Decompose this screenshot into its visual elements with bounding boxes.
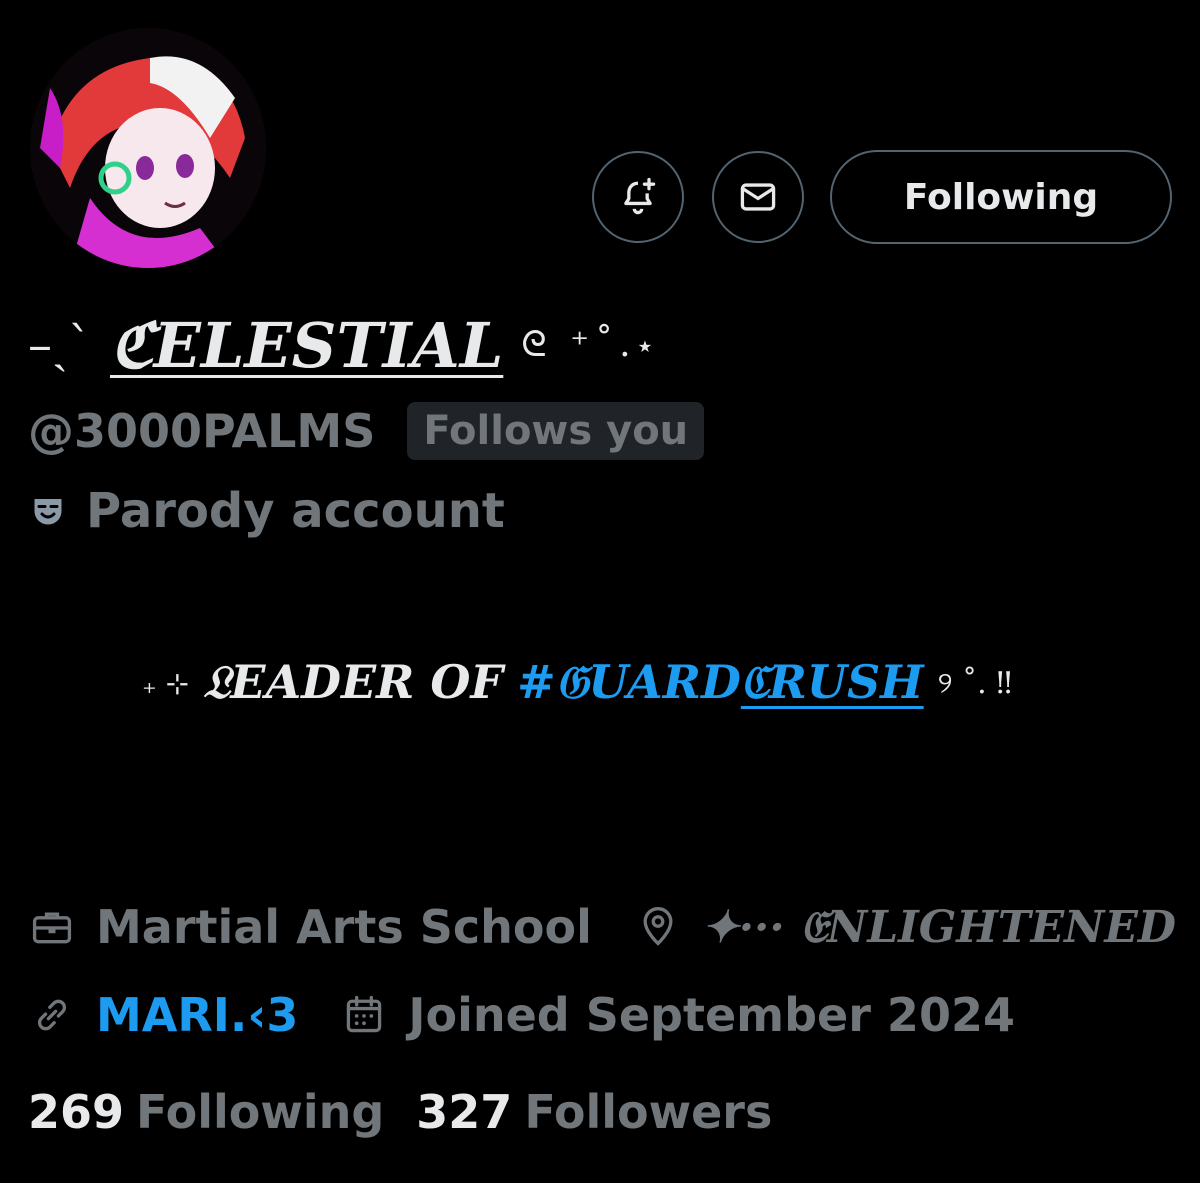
display-name-text: ℭELESTIAL	[109, 308, 504, 382]
parody-label-row: Parody account	[30, 478, 505, 544]
following-count-label[interactable]: Following	[136, 1085, 384, 1139]
display-name-suffix: ᘓ ⁺˚.⋆	[521, 324, 660, 365]
user-handle: @3000PALMS	[28, 404, 376, 458]
profile-meta-row-1: Martial Arts School ✦··· 𝔈NLIGHTENED	[30, 897, 1176, 957]
profile-bio: ₊ ⊹ 𝔏EADER OF #𝔊UARDℭRUSH ୨ ˚. ‼	[142, 648, 1012, 718]
profile-avatar[interactable]	[30, 28, 266, 268]
followers-count-label[interactable]: Followers	[524, 1085, 772, 1139]
hashtag-start: #𝔊UARD	[517, 655, 741, 709]
theater-mask-icon	[34, 499, 62, 525]
followers-count[interactable]: 327	[416, 1085, 512, 1139]
display-name: –ˏˋ ℭELESTIAL ᘓ ⁺˚.⋆	[28, 300, 660, 390]
envelope-icon	[740, 183, 776, 211]
message-button[interactable]	[712, 151, 804, 243]
bell-plus-icon	[624, 177, 656, 215]
bio-text: 𝔏EADER OF	[203, 655, 504, 709]
bio-prefix: ₊ ⊹	[142, 666, 190, 700]
follows-you-badge: Follows you	[407, 402, 705, 460]
following-button[interactable]: Following	[830, 150, 1172, 244]
joined-date: Joined September 2024	[408, 988, 1015, 1042]
parody-label: Parody account	[86, 483, 505, 539]
bio-hashtag[interactable]: #𝔊UARDℭRUSH	[517, 655, 924, 711]
map-pin-icon	[643, 907, 673, 946]
display-name-prefix: –ˏˋ	[28, 317, 92, 373]
handle-row: @3000PALMS Follows you	[28, 398, 705, 464]
profile-website-link[interactable]: MARI.‹3	[96, 988, 298, 1042]
calendar-icon	[347, 995, 382, 1033]
follow-counts: 269 Following 327 Followers	[28, 1082, 772, 1142]
profile-meta-row-2: MARI.‹3 Joined September 2024	[30, 985, 1015, 1045]
avatar-illustration	[30, 28, 266, 268]
briefcase-icon	[32, 912, 72, 944]
profession-label: Martial Arts School	[96, 900, 592, 954]
location-label: ✦··· 𝔈NLIGHTENED	[701, 901, 1177, 953]
bio-suffix: ୨ ˚. ‼	[937, 665, 1013, 701]
link-icon	[38, 999, 66, 1031]
following-count[interactable]: 269	[28, 1085, 124, 1139]
hashtag-underlined: ℭRUSH	[740, 655, 924, 709]
notify-button[interactable]	[592, 151, 684, 243]
